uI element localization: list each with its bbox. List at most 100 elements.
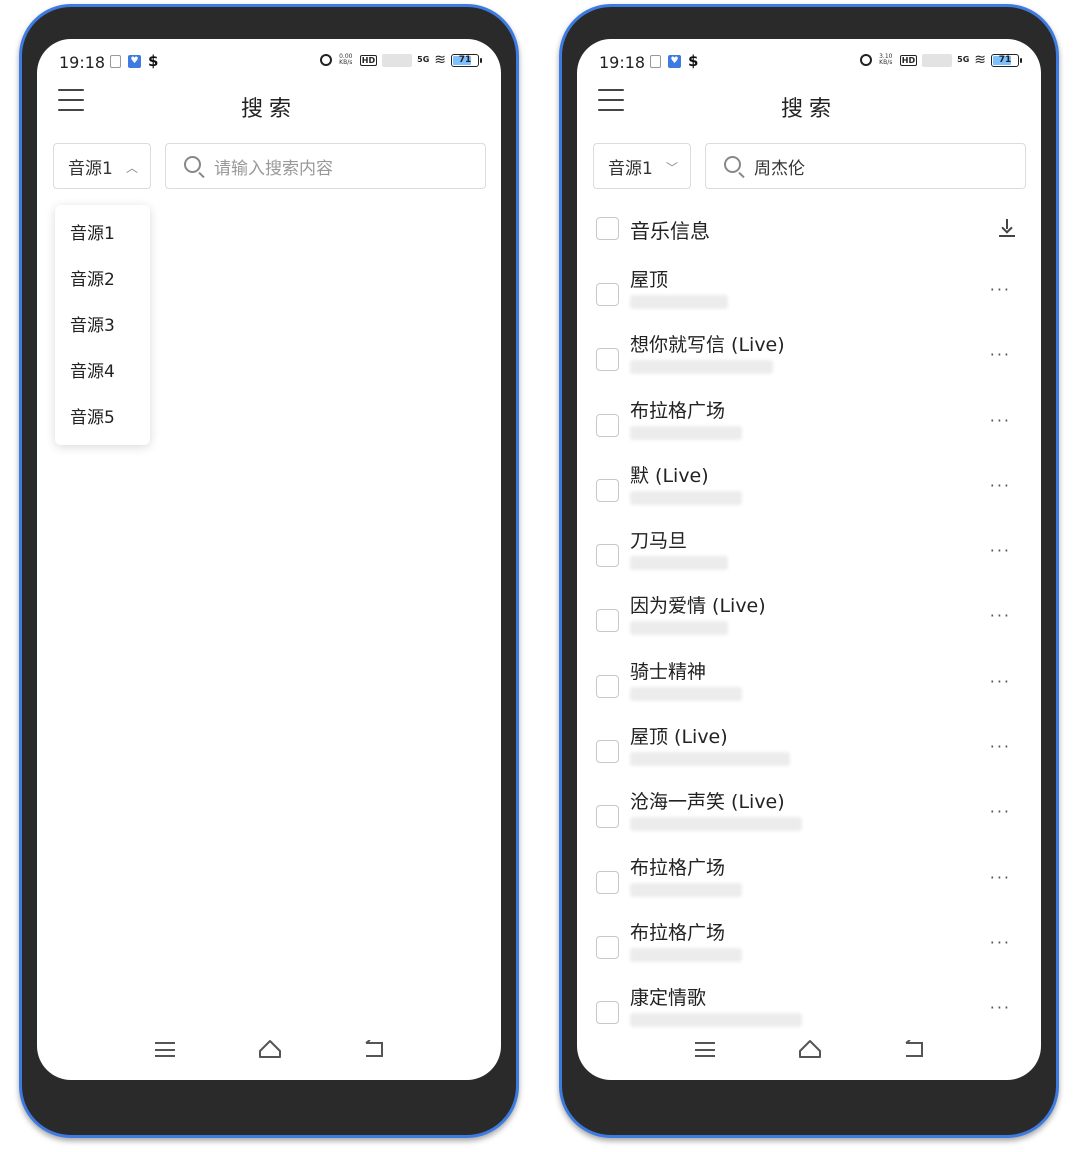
signal-icon: 5G xyxy=(417,55,430,64)
status-bar: 19:18 ♥ $ 0.00 KB/s HD 5G ≋ 71 xyxy=(37,39,501,85)
status-time: 19:18 xyxy=(59,53,106,72)
results-header: 音乐信息 xyxy=(577,207,1041,253)
song-row[interactable]: 布拉格广场 ··· xyxy=(577,853,1041,918)
song-subtitle-redacted xyxy=(630,882,742,897)
song-list: 屋顶 ··· 想你就写信 (Live) ··· 布拉格广场 ··· 默 (Live) ··· 刀… xyxy=(577,265,1041,1049)
nav-bar xyxy=(37,1036,501,1066)
search-query: 周杰伦 xyxy=(754,158,805,179)
redacted-status xyxy=(922,53,953,67)
more-icon[interactable]: ··· xyxy=(990,804,1011,820)
nav-bar xyxy=(577,1036,1041,1066)
song-checkbox[interactable] xyxy=(596,1001,619,1025)
home-icon[interactable] xyxy=(798,1038,822,1060)
song-checkbox[interactable] xyxy=(596,674,619,698)
song-subtitle-redacted xyxy=(630,621,728,636)
song-row[interactable]: 想你就写信 (Live) ··· xyxy=(577,330,1041,395)
song-row[interactable]: 屋顶 ··· xyxy=(577,265,1041,330)
doc-icon xyxy=(110,55,121,68)
wifi-icon: ≋ xyxy=(974,52,986,68)
source-select-value: 音源1 xyxy=(68,158,113,179)
home-icon[interactable] xyxy=(258,1038,282,1060)
song-row[interactable]: 因为爱情 (Live) ··· xyxy=(577,591,1041,656)
hd-icon: HD xyxy=(359,54,378,66)
doc-icon xyxy=(650,55,661,68)
song-checkbox[interactable] xyxy=(596,805,619,829)
song-title: 布拉格广场 xyxy=(630,856,726,879)
source-select[interactable]: 音源1 ︿ xyxy=(53,143,151,189)
song-title: 想你就写信 (Live) xyxy=(630,334,785,357)
source-select[interactable]: 音源1 ﹀ xyxy=(593,143,691,189)
dropdown-option[interactable]: 音源4 xyxy=(55,349,150,395)
dropdown-option[interactable]: 音源3 xyxy=(55,303,150,349)
song-row[interactable]: 默 (Live) ··· xyxy=(577,461,1041,526)
song-subtitle-redacted xyxy=(630,752,790,767)
more-icon[interactable]: ··· xyxy=(990,282,1011,298)
recent-apps-icon[interactable] xyxy=(695,1042,715,1057)
song-checkbox[interactable] xyxy=(596,870,619,894)
song-checkbox[interactable] xyxy=(596,413,619,437)
download-icon[interactable] xyxy=(999,219,1015,237)
more-icon[interactable]: ··· xyxy=(990,869,1011,885)
status-left-icons: ♥ $ xyxy=(110,54,158,69)
song-subtitle-redacted xyxy=(630,817,802,832)
song-title: 屋顶 (Live) xyxy=(630,726,728,749)
back-icon[interactable] xyxy=(363,1040,385,1058)
page-title: 搜索 xyxy=(240,97,297,122)
song-row[interactable]: 沧海一声笑 (Live) ··· xyxy=(577,787,1041,852)
song-checkbox[interactable] xyxy=(596,348,619,372)
status-right-icons: 3.10 KB/s HD 5G ≋ 71 xyxy=(859,52,1022,68)
song-row[interactable]: 刀马旦 ··· xyxy=(577,526,1041,591)
more-icon[interactable]: ··· xyxy=(990,1000,1011,1016)
app-icon: ♥ xyxy=(128,55,141,68)
song-subtitle-redacted xyxy=(630,295,728,309)
search-input[interactable]: 请输入搜索内容 xyxy=(165,143,486,189)
more-icon[interactable]: ··· xyxy=(990,934,1011,950)
alarm-icon xyxy=(859,54,872,66)
song-title: 沧海一声笑 (Live) xyxy=(630,791,785,814)
more-icon[interactable]: ··· xyxy=(990,477,1011,493)
dropdown-option[interactable]: 音源2 xyxy=(55,257,150,303)
song-checkbox[interactable] xyxy=(596,740,619,764)
status-left-icons: ♥ $ xyxy=(650,54,698,69)
song-row[interactable]: 骑士精神 ··· xyxy=(577,657,1041,722)
more-icon[interactable]: ··· xyxy=(990,608,1011,624)
song-checkbox[interactable] xyxy=(596,478,619,502)
song-checkbox[interactable] xyxy=(596,609,619,633)
dropdown-option[interactable]: 音源1 xyxy=(55,211,150,257)
song-checkbox[interactable] xyxy=(596,283,619,306)
song-row[interactable]: 布拉格广场 ··· xyxy=(577,396,1041,461)
results-header-label: 音乐信息 xyxy=(630,219,710,243)
page-title: 搜索 xyxy=(780,97,837,122)
more-icon[interactable]: ··· xyxy=(990,347,1011,363)
song-checkbox[interactable] xyxy=(596,544,619,568)
song-title: 康定情歌 xyxy=(630,987,707,1010)
song-title: 默 (Live) xyxy=(630,464,709,487)
more-icon[interactable]: ··· xyxy=(990,739,1011,755)
more-icon[interactable]: ··· xyxy=(990,412,1011,428)
redacted-status xyxy=(382,53,413,67)
song-subtitle-redacted xyxy=(630,1013,802,1028)
dropdown-option[interactable]: 音源5 xyxy=(55,395,150,441)
song-title: 骑士精神 xyxy=(630,660,707,683)
recent-apps-icon[interactable] xyxy=(155,1042,175,1057)
battery-icon: 71 xyxy=(991,53,1022,67)
search-icon xyxy=(724,156,741,173)
song-row[interactable]: 布拉格广场 ··· xyxy=(577,918,1041,983)
chevron-down-icon: ﹀ xyxy=(665,161,678,175)
song-title: 布拉格广场 xyxy=(630,399,726,422)
song-checkbox[interactable] xyxy=(596,935,619,959)
select-all-checkbox[interactable] xyxy=(596,217,619,240)
more-icon[interactable]: ··· xyxy=(990,543,1011,559)
song-subtitle-redacted xyxy=(630,947,742,962)
back-icon[interactable] xyxy=(903,1040,925,1058)
song-subtitle-redacted xyxy=(630,686,742,701)
song-row[interactable]: 屋顶 (Live) ··· xyxy=(577,722,1041,787)
app-icon: ♥ xyxy=(668,55,681,68)
song-title: 屋顶 xyxy=(630,269,669,291)
phone-frame-right: 19:18 ♥ $ 3.10 KB/s HD 5G ≋ 71 搜索 音源1 ﹀ … xyxy=(559,4,1059,1138)
screen-left: 19:18 ♥ $ 0.00 KB/s HD 5G ≋ 71 搜索 音源1 ︿ … xyxy=(37,39,501,1080)
search-input[interactable]: 周杰伦 xyxy=(705,143,1026,189)
source-dropdown: 音源1 音源2 音源3 音源4 音源5 xyxy=(55,205,150,445)
more-icon[interactable]: ··· xyxy=(990,673,1011,689)
source-select-value: 音源1 xyxy=(608,158,653,179)
